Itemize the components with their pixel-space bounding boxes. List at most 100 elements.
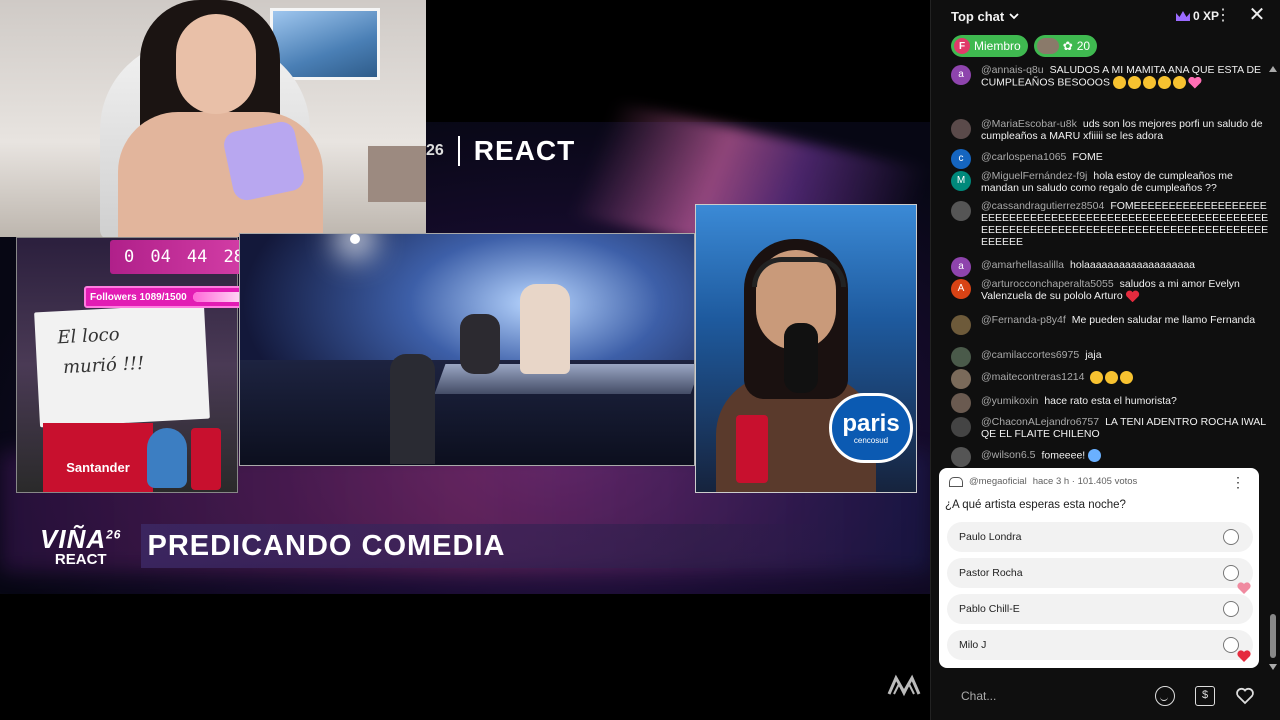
message-author[interactable]: @camilaccortes6975 bbox=[981, 349, 1079, 361]
chat-header: Top chat 0 XP ⋮ ✕ bbox=[931, 0, 1280, 32]
chevron-down-icon bbox=[1009, 13, 1019, 20]
avatar[interactable] bbox=[951, 315, 971, 335]
chat-input[interactable] bbox=[951, 682, 1181, 710]
avatar[interactable]: M bbox=[951, 171, 971, 191]
top-brand-react: REACT bbox=[473, 135, 576, 166]
guest-cam-left: El loco murió !!! Santander bbox=[16, 237, 238, 493]
chat-message: A @arturocconchaperalta5055 saludos a mi … bbox=[951, 278, 1271, 302]
video-player[interactable]: 26 REACT El loco murió !!! Santander 0 0… bbox=[0, 0, 930, 720]
guest-cam-right: paris cencosud bbox=[695, 204, 917, 493]
message-text: fomeeee! bbox=[1041, 449, 1086, 462]
message-author[interactable]: @cassandragutierrez8504 bbox=[981, 200, 1104, 212]
avatar[interactable] bbox=[951, 201, 971, 221]
react-text: REACT bbox=[54, 550, 107, 568]
chat-message: a @annais-q8u SALUDOS A MI MAMITA ANA QUE… bbox=[951, 64, 1271, 89]
radio-button[interactable] bbox=[1223, 601, 1239, 617]
radio-button[interactable] bbox=[1223, 565, 1239, 581]
board-line-2: murió !!! bbox=[62, 352, 145, 379]
avatar[interactable] bbox=[951, 393, 971, 413]
emoji-icon[interactable] bbox=[1155, 686, 1175, 706]
channel-logo-icon bbox=[949, 476, 963, 487]
poll-option[interactable]: Paulo Londra bbox=[947, 522, 1253, 552]
chat-message: a @amarhellasalilla holaaaaaaaaaaaaaaaaaa… bbox=[951, 256, 1271, 277]
headphones bbox=[752, 257, 846, 287]
vina-react-logo: VIÑA26 REACT bbox=[40, 526, 121, 567]
avatar[interactable] bbox=[951, 119, 971, 139]
timer-seconds: 44 bbox=[186, 247, 208, 267]
message-author[interactable]: @MariaEscobar-u8k bbox=[981, 118, 1077, 130]
upside-down-face-emoji-icon bbox=[1105, 371, 1119, 384]
avatar[interactable]: a bbox=[951, 65, 971, 85]
party-emoji-icon bbox=[1157, 76, 1171, 89]
message-author[interactable]: @yumikoxin bbox=[981, 395, 1038, 407]
bank-sign: Santander bbox=[43, 423, 153, 492]
message-author[interactable]: @amarhellasalilla bbox=[981, 259, 1064, 271]
avatar[interactable] bbox=[951, 447, 971, 467]
avatar[interactable]: A bbox=[951, 279, 971, 299]
chat-chips: F Miembro ✿ 20 bbox=[951, 35, 1098, 57]
message-author[interactable]: @carlospena1065 bbox=[981, 151, 1066, 163]
chat-scrollbar[interactable] bbox=[1269, 66, 1277, 670]
party-emoji-icon bbox=[1127, 76, 1141, 89]
message-author[interactable]: @maitecontreras1214 bbox=[981, 371, 1084, 383]
super-chat-icon[interactable]: $ bbox=[1195, 686, 1215, 706]
chat-message: @yumikoxin hace rato esta el humorista? bbox=[951, 392, 1271, 413]
lower-third: VIÑA26 REACT PREDICANDO COMEDIA bbox=[40, 524, 842, 568]
gift-chip[interactable]: ✿ 20 bbox=[1033, 35, 1098, 57]
message-author[interactable]: @annais-q8u bbox=[981, 64, 1044, 76]
crown-icon bbox=[1175, 11, 1190, 21]
radio-button[interactable] bbox=[1223, 637, 1239, 653]
avatar[interactable] bbox=[951, 417, 971, 437]
live-chat-panel: Top chat 0 XP ⋮ ✕ F Miembro ✿ 20 a @anna… bbox=[930, 0, 1280, 720]
member-chip[interactable]: F Miembro bbox=[951, 35, 1028, 57]
countdown-timer: 0 04 44 28 bbox=[110, 240, 258, 274]
xp-badge[interactable]: 0 XP bbox=[1175, 9, 1219, 23]
mega-channel-logo-icon bbox=[887, 674, 921, 697]
heart-outline-icon[interactable] bbox=[1235, 686, 1255, 706]
avatar[interactable] bbox=[951, 347, 971, 367]
upside-down-face-emoji-icon bbox=[1090, 371, 1104, 384]
more-options-icon[interactable]: ⋮ bbox=[1215, 7, 1231, 25]
poll-option-label: Milo J bbox=[959, 639, 987, 651]
poll-question: ¿A qué artista esperas esta noche? bbox=[945, 499, 1126, 511]
close-icon[interactable]: ✕ bbox=[1247, 5, 1267, 25]
chat-mode-label: Top chat bbox=[951, 8, 1005, 24]
message-text: FOME bbox=[1072, 151, 1103, 163]
radio-button[interactable] bbox=[1223, 529, 1239, 545]
poll-header: @megaoficial hace 3 h · 101.405 votos bbox=[949, 476, 1137, 487]
timer-minutes: 04 bbox=[150, 247, 171, 267]
poll-meta: hace 3 h · 101.405 votos bbox=[1032, 476, 1138, 487]
avatar[interactable] bbox=[951, 369, 971, 389]
chat-message: @maitecontreras1214 bbox=[951, 368, 1271, 389]
avatar[interactable]: c bbox=[951, 149, 971, 169]
scroll-down-icon[interactable] bbox=[1269, 664, 1277, 670]
lower-third-title: PREDICANDO COMEDIA bbox=[141, 524, 842, 568]
soda-can-right bbox=[736, 415, 768, 483]
poll-channel[interactable]: @megaoficial bbox=[969, 476, 1027, 487]
chat-message: @ChaconALejandro6757 LA TENI ADENTRO ROCH… bbox=[951, 416, 1271, 440]
handwritten-board: El loco murió !!! bbox=[34, 303, 210, 428]
chat-messages: a @annais-q8u SALUDOS A MI MAMITA ANA QUE… bbox=[931, 62, 1271, 470]
poll-more-options-icon[interactable]: ⋮ bbox=[1231, 474, 1245, 491]
top-brand: 26 REACT bbox=[426, 135, 575, 167]
message-text: hace rato esta el humorista? bbox=[1044, 395, 1177, 407]
message-author[interactable]: @arturocconchaperalta5055 bbox=[981, 278, 1114, 290]
scroll-up-icon[interactable] bbox=[1269, 66, 1277, 72]
phone bbox=[221, 119, 307, 203]
gift-count: 20 bbox=[1076, 39, 1091, 53]
message-author[interactable]: @Fernanda-p8y4f bbox=[981, 314, 1066, 326]
performer bbox=[520, 284, 570, 374]
poll-option[interactable]: Pablo Chill-E bbox=[947, 594, 1253, 624]
poll-option[interactable]: Milo J bbox=[947, 630, 1253, 660]
message-author[interactable]: @ChaconALejandro6757 bbox=[981, 416, 1099, 428]
scrollbar-thumb[interactable] bbox=[1270, 614, 1276, 658]
poll-option-label: Paulo Londra bbox=[959, 531, 1022, 543]
poll-option[interactable]: Pastor Rocha bbox=[947, 558, 1253, 588]
upside-down-face-emoji-icon bbox=[1120, 371, 1134, 384]
message-author[interactable]: @wilson6.5 bbox=[981, 449, 1035, 461]
chat-message: M @MiguelFernández-f9j hola estoy de cump… bbox=[951, 170, 1271, 194]
avatar[interactable]: a bbox=[951, 257, 971, 277]
message-author[interactable]: @MiguelFernández-f9j bbox=[981, 170, 1087, 182]
chat-mode-dropdown[interactable]: Top chat bbox=[951, 9, 1020, 24]
poll-card: @megaoficial hace 3 h · 101.405 votos ⋮ … bbox=[939, 468, 1259, 668]
